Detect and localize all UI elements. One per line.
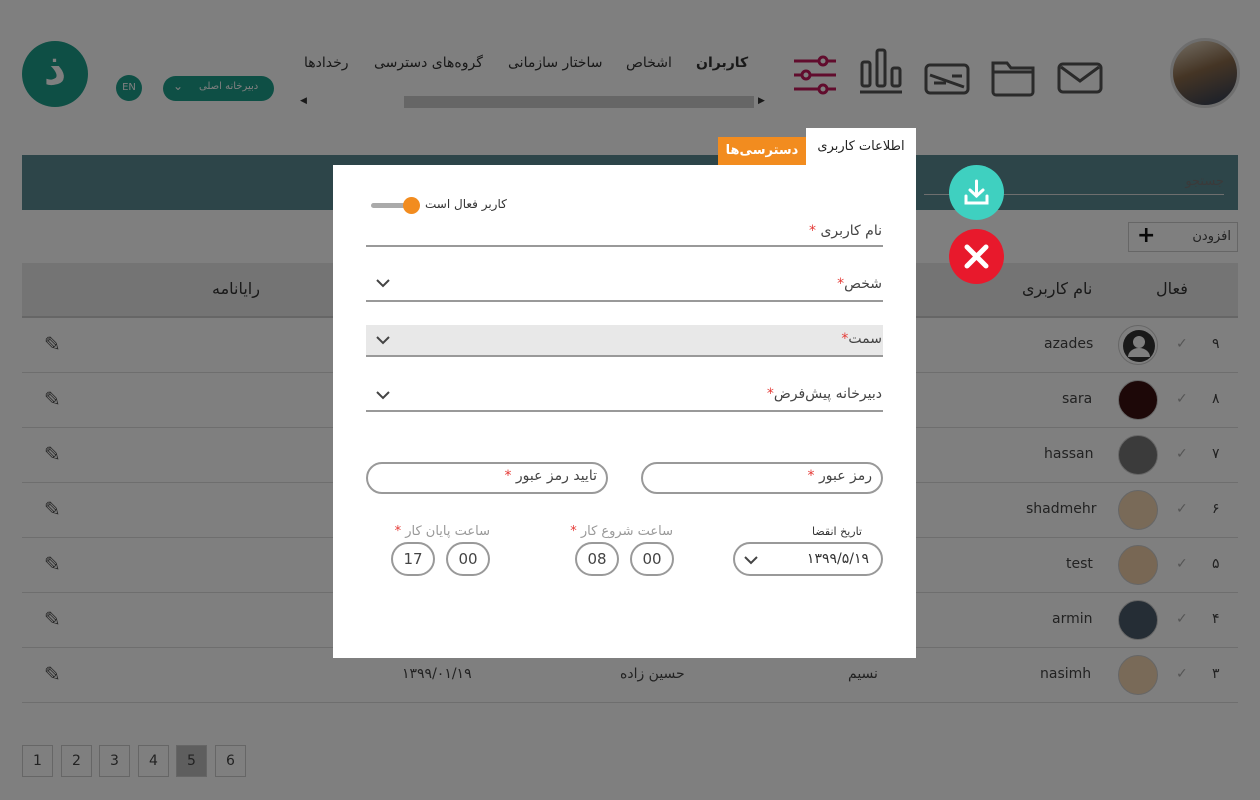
cancel-button[interactable] — [949, 229, 1004, 284]
download-icon — [964, 179, 989, 205]
tab-user-info[interactable]: اطلاعات کاربری — [806, 128, 916, 165]
expiry-date-select[interactable]: ۱۳۹۹/۵/۱۹ — [733, 542, 883, 576]
chevron-down-icon — [743, 552, 759, 572]
work-start-label: ساعت شروع کار * — [570, 524, 673, 539]
username-field[interactable] — [366, 245, 883, 247]
position-select[interactable] — [366, 325, 883, 357]
chevron-down-icon[interactable] — [375, 387, 391, 403]
chevron-down-icon — [375, 332, 391, 348]
password-label: رمز عبور * — [807, 468, 872, 484]
work-start-minute[interactable]: 00 — [630, 542, 674, 576]
user-form-modal: کاربر فعال است نام کاربری * شخص* سمت* دب… — [333, 165, 916, 658]
work-end-label: ساعت پایان کار * — [394, 524, 490, 539]
active-toggle-label: کاربر فعال است — [425, 197, 507, 211]
expiry-value: ۱۳۹۹/۵/۱۹ — [806, 551, 869, 567]
chevron-down-icon[interactable] — [375, 275, 391, 291]
position-label: سمت* — [841, 331, 882, 347]
save-button[interactable] — [949, 165, 1004, 220]
confirm-password-label: تایید رمز عبور * — [504, 468, 597, 484]
username-label: نام کاربری * — [808, 223, 882, 239]
expiry-label: تاریخ انقضا — [812, 525, 862, 538]
work-start-hour[interactable]: 08 — [575, 542, 619, 576]
work-end-minute[interactable]: 00 — [446, 542, 490, 576]
default-secretariat-label: دبیرخانه پیش‌فرض* — [766, 386, 882, 402]
active-toggle[interactable] — [371, 197, 420, 214]
close-icon — [964, 244, 989, 269]
person-select[interactable] — [366, 300, 883, 302]
person-label: شخص* — [837, 276, 882, 292]
default-secretariat-select[interactable] — [366, 410, 883, 412]
tab-permissions[interactable]: دسترسی‌ها — [718, 137, 806, 165]
work-end-hour[interactable]: 17 — [391, 542, 435, 576]
